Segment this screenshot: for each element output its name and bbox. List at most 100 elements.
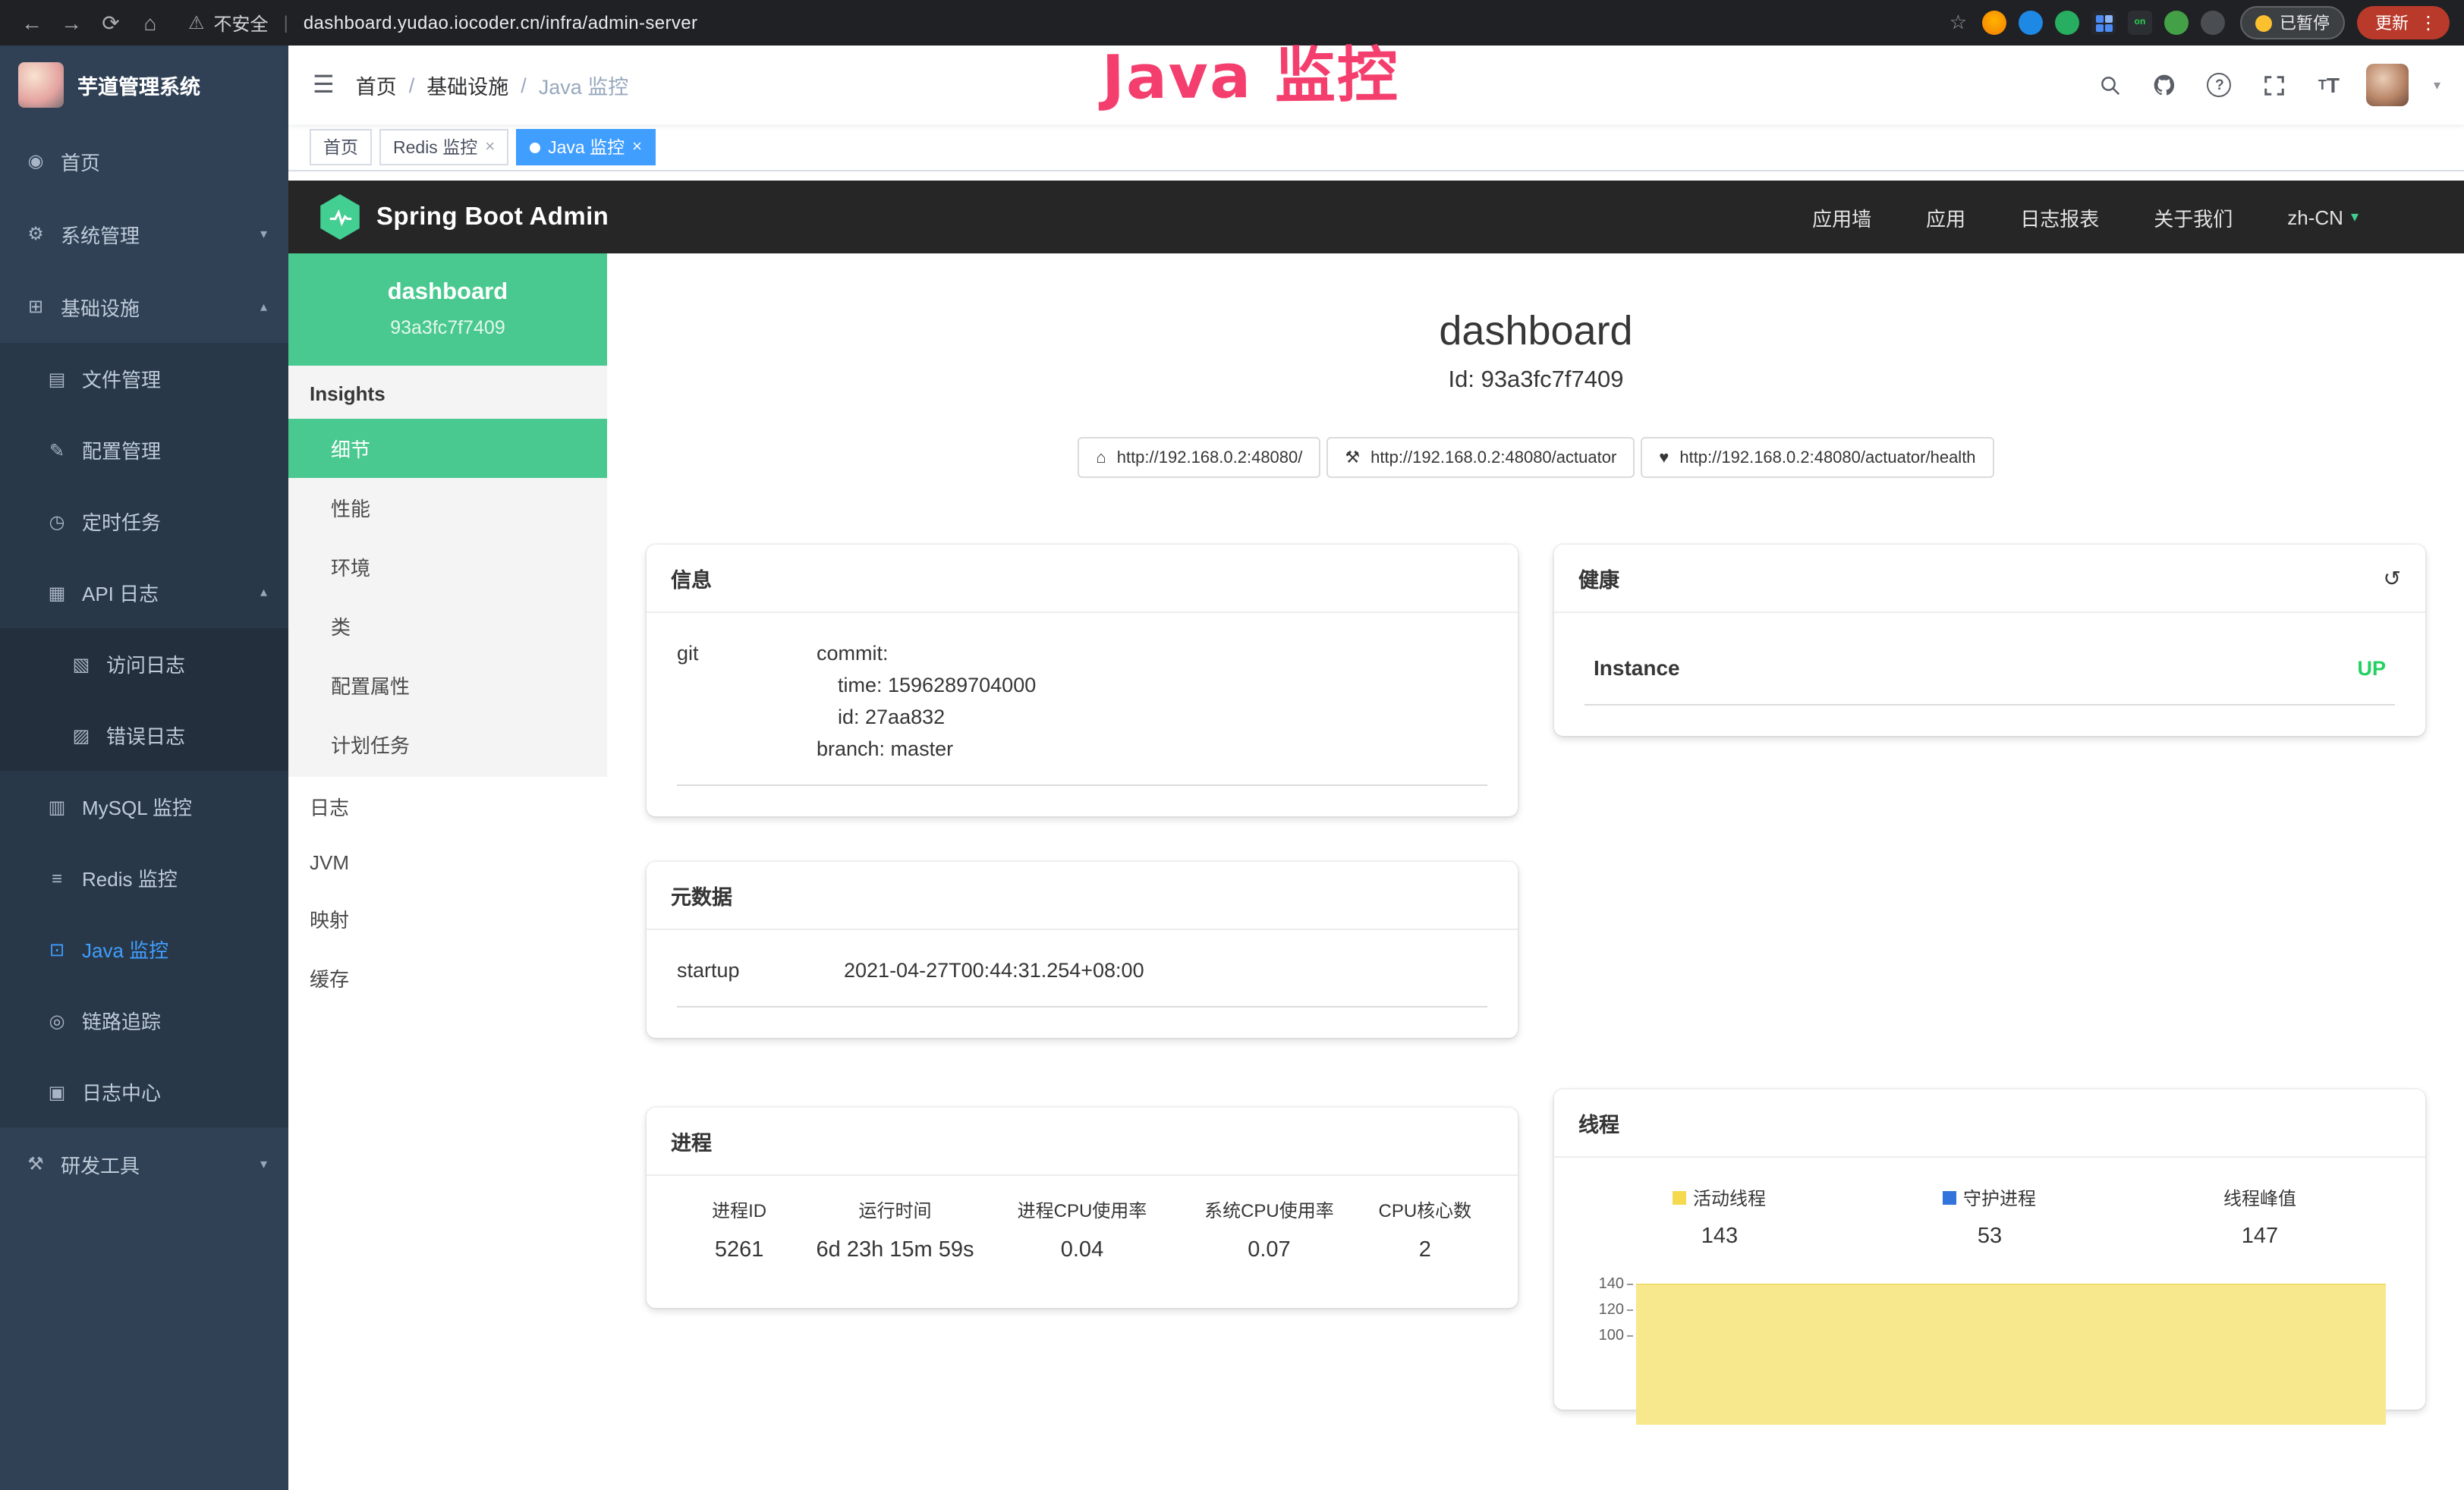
font-size-icon[interactable]: TT	[2312, 68, 2346, 102]
extension-icon-green[interactable]	[2055, 11, 2079, 35]
log-center-icon: ▣	[46, 1081, 68, 1102]
status-badge: UP	[2357, 656, 2386, 679]
health-url-button[interactable]: ♥ http://192.168.0.2:48080/actuator/heal…	[1641, 437, 1994, 478]
address-bar[interactable]: ⚠ 不安全 | dashboard.yudao.iocoder.cn/infra…	[188, 10, 697, 36]
app-logo[interactable]: 芋道管理系统	[0, 46, 288, 124]
sba-nav-applications[interactable]: 应用	[1926, 203, 1965, 231]
sba-item-details[interactable]: 细节	[288, 419, 607, 478]
threads-chart-y-axis: 140 120 100	[1584, 1273, 1636, 1410]
sidebar-item-job[interactable]: ◷ 定时任务	[0, 486, 288, 557]
col-header: 系统CPU使用率	[1175, 1191, 1362, 1235]
sba-nav-about[interactable]: 关于我们	[2154, 203, 2233, 231]
active-dot	[530, 142, 540, 152]
threads-legend: 活动线程 143 守护进程 53	[1584, 1185, 2395, 1249]
extension-icon-fox[interactable]	[1982, 11, 2006, 35]
sba-nav-journal[interactable]: 日志报表	[2020, 203, 2099, 231]
metadata-startup-row: startup 2021-04-27T00:44:31.254+08:00	[677, 954, 1487, 1007]
health-instance-label: Instance	[1594, 655, 1680, 680]
sidebar-item-home[interactable]: ◉ 首页	[0, 124, 288, 197]
access-log-icon: ▧	[70, 653, 93, 674]
browser-reload-icon[interactable]: ⟳	[94, 10, 127, 36]
not-secure-label: 不安全	[214, 10, 269, 36]
extension-icon-leaf[interactable]	[2164, 11, 2189, 35]
hamburger-icon[interactable]: ☰	[313, 70, 335, 100]
caret-down-icon[interactable]: ▾	[2434, 77, 2440, 93]
browser-home-icon[interactable]: ⌂	[134, 11, 167, 35]
edit-icon: ✎	[46, 439, 68, 461]
sba-locale-select[interactable]: zh-CN ▾	[2287, 206, 2359, 228]
sba-item-logs[interactable]: 日志	[288, 777, 607, 836]
sba-brand-title[interactable]: Spring Boot Admin	[376, 203, 609, 231]
instance-links: ⌂ http://192.168.0.2:48080/ ⚒ http://192…	[607, 437, 2464, 478]
sba-item-environment[interactable]: 环境	[288, 537, 607, 596]
search-icon[interactable]	[2094, 68, 2127, 102]
url-text[interactable]: dashboard.yudao.iocoder.cn/infra/admin-s…	[304, 12, 698, 33]
sba-nav-wallboard[interactable]: 应用墙	[1812, 203, 1871, 231]
sidebar-item-dev-tools[interactable]: ⚒ 研发工具 ▾	[0, 1127, 288, 1200]
sidebar-item-trace[interactable]: ◎ 链路追踪	[0, 985, 288, 1056]
bookmark-star-icon[interactable]: ☆	[1949, 11, 1967, 35]
close-icon[interactable]: ×	[632, 138, 642, 156]
chevron-down-icon: ▾	[260, 1155, 267, 1172]
breadcrumb-current: Java 监控	[539, 70, 629, 100]
sidebar-item-mysql[interactable]: ▥ MySQL 监控	[0, 771, 288, 842]
sidebar-item-file[interactable]: ▤ 文件管理	[0, 343, 288, 414]
sba-instance-header[interactable]: dashboard 93a3fc7f7409	[288, 253, 607, 366]
extension-icon-on[interactable]: on	[2128, 11, 2152, 35]
instance-name: dashboard	[304, 279, 592, 306]
active-threads-area	[1636, 1284, 2386, 1425]
process-card: 进程 进程ID 运行时间 进程CPU使用率 系统CPU使用率 CPU核心数	[647, 1108, 1518, 1308]
tab-redis[interactable]: Redis 监控 ×	[379, 129, 508, 165]
browser-menu-icon[interactable]: ⋮	[2419, 12, 2437, 33]
extension-icon-drop[interactable]	[2019, 11, 2043, 35]
extension-icon-grid[interactable]	[2091, 11, 2116, 35]
breadcrumb-home[interactable]: 首页	[356, 70, 397, 100]
breadcrumb: 首页 / 基础设施 / Java 监控	[356, 70, 629, 100]
cell-system-cpu: 0.07	[1175, 1235, 1362, 1278]
tab-java[interactable]: Java 监控 ×	[516, 129, 656, 165]
history-icon[interactable]: ↺	[2384, 565, 2401, 591]
sidebar-item-system[interactable]: ⚙ 系统管理 ▾	[0, 197, 288, 270]
sidebar-item-log-center[interactable]: ▣ 日志中心	[0, 1056, 288, 1127]
health-instance-row[interactable]: Instance UP	[1584, 637, 2395, 706]
close-icon[interactable]: ×	[485, 138, 495, 156]
sidebar-item-config[interactable]: ✎ 配置管理	[0, 414, 288, 486]
sidebar-item-api-log[interactable]: ▦ API 日志 ▴	[0, 557, 288, 628]
insights-group: Insights 细节 性能 环境 类 配置属性 计划任务	[288, 366, 607, 777]
sba-item-config-props[interactable]: 配置属性	[288, 655, 607, 715]
info-card: 信息 git commit: time: 1596289704000 id: 2…	[647, 545, 1518, 816]
sba-item-mappings[interactable]: 映射	[288, 889, 607, 948]
help-icon[interactable]: ?	[2203, 68, 2236, 102]
avatar[interactable]	[2367, 64, 2409, 106]
sidebar-item-access-log[interactable]: ▧ 访问日志	[0, 628, 288, 699]
sidebar-item-redis[interactable]: ≡ Redis 监控	[0, 842, 288, 913]
tab-home[interactable]: 首页	[310, 129, 372, 165]
paused-badge[interactable]: 已暂停	[2240, 6, 2345, 39]
sba-sidebar: dashboard 93a3fc7f7409 Insights 细节 性能 环境…	[288, 253, 607, 1490]
metadata-value: 2021-04-27T00:44:31.254+08:00	[844, 954, 1487, 986]
sidebar-item-java[interactable]: ⊡ Java 监控	[0, 913, 288, 985]
instance-id-line: Id: 93a3fc7f7409	[607, 367, 2464, 395]
sidebar-item-infra[interactable]: ⊞ 基础设施 ▴	[0, 270, 288, 343]
insights-section-label: Insights	[288, 366, 607, 419]
base-url-button[interactable]: ⌂ http://192.168.0.2:48080/	[1078, 437, 1320, 478]
active-threads-swatch	[1673, 1191, 1687, 1205]
sidebar-item-error-log[interactable]: ▨ 错误日志	[0, 699, 288, 771]
browser-forward-icon[interactable]: →	[55, 11, 88, 35]
fullscreen-icon[interactable]	[2258, 68, 2291, 102]
actuator-url-button[interactable]: ⚒ http://192.168.0.2:48080/actuator	[1326, 437, 1635, 478]
sba-item-scheduled[interactable]: 计划任务	[288, 715, 607, 774]
sba-item-classes[interactable]: 类	[288, 596, 607, 655]
sba-item-metrics[interactable]: 性能	[288, 478, 607, 537]
browser-update-button[interactable]: 更新 ⋮	[2357, 6, 2450, 39]
spring-boot-admin-logo	[319, 194, 361, 240]
breadcrumb-infra[interactable]: 基础设施	[426, 70, 508, 100]
browser-back-icon[interactable]: ←	[15, 11, 49, 35]
sba-item-caches[interactable]: 缓存	[288, 948, 607, 1007]
extension-icon-dark[interactable]	[2201, 11, 2225, 35]
wrench-icon: ⚒	[1345, 448, 1360, 467]
github-icon[interactable]	[2148, 68, 2182, 102]
paused-label: 已暂停	[2280, 11, 2330, 35]
sba-item-jvm[interactable]: JVM	[288, 836, 607, 889]
app-title: 芋道管理系统	[77, 70, 200, 100]
